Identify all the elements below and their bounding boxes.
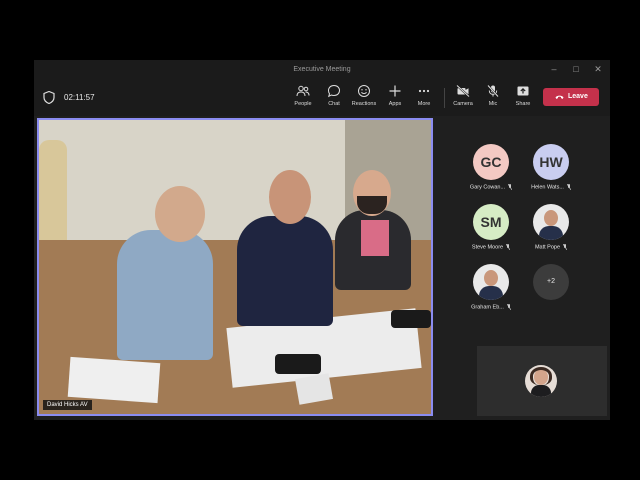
close-icon[interactable]: ✕ [592,64,604,75]
leave-button[interactable]: Leave [543,88,599,106]
participant-photo-avatar [533,204,569,240]
reactions-button[interactable]: Reactions [348,84,380,107]
minimize-icon[interactable]: – [548,64,560,74]
person-grey-shirt [117,230,213,360]
muted-mic-icon [506,304,511,310]
meeting-timer: 02:11:57 [64,93,95,102]
maximize-icon[interactable]: □ [570,64,582,74]
microphone-base [275,354,321,374]
person-navy-suit [237,216,333,326]
participant-initials-avatar: SM [473,204,509,240]
share-icon [517,86,529,96]
person-left-edge [39,140,67,240]
more-button[interactable]: More [408,84,440,107]
face-mask [357,196,387,214]
participant-tile[interactable]: +2 [527,264,575,300]
participant-name-row: Gary Cowan... [467,184,515,190]
camera-label: Camera [453,101,473,107]
participant-initials-avatar: HW [533,144,569,180]
people-button[interactable]: People [287,84,319,107]
speaker-name-badge: David Hicks AV [43,400,92,410]
camera-button[interactable]: Camera [447,84,479,107]
main-video-feed[interactable]: David Hicks AV [37,118,433,416]
window-title: Executive Meeting [293,66,351,73]
muted-mic-icon [566,184,571,190]
participant-photo-avatar [473,264,509,300]
papers-left [67,356,161,404]
participant-name: Steve Moore [471,244,504,251]
muted-mic-icon [506,244,511,250]
participant-name: Helen Wats... [531,184,564,191]
participant-name: Graham Eb... [471,304,504,311]
muted-mic-icon [563,244,568,250]
people-icon [296,85,310,97]
mic-label: Mic [488,101,498,107]
camera-off-icon [456,84,470,98]
share-button[interactable]: Share [507,84,539,107]
more-participants-badge: +2 [533,264,569,300]
person-masked-top [361,220,389,256]
more-label: More [417,101,431,107]
title-bar: Executive Meeting – □ ✕ [34,60,610,80]
share-label: Share [515,101,531,107]
participant-name-row: Graham Eb... [467,304,515,310]
ellipsis-icon [418,89,430,93]
teams-window: Executive Meeting – □ ✕ 02:11:57 People … [34,60,610,420]
mic-off-icon [487,84,499,98]
leave-label: Leave [568,93,588,100]
participant-name-row: Matt Pope [527,244,575,250]
participant-tile[interactable]: Graham Eb... [467,264,515,310]
apps-button[interactable]: Apps [379,84,411,107]
toolbar-divider [444,88,445,108]
participant-tile[interactable]: HW Helen Wats... [527,144,575,190]
chat-button[interactable]: Chat [318,84,350,107]
participant-initials-avatar: GC [473,144,509,180]
participant-name-row: Steve Moore [467,244,515,250]
participant-tile[interactable]: SM Steve Moore [467,204,515,250]
participant-tile[interactable]: Matt Pope [527,204,575,250]
reactions-label: Reactions [351,101,377,107]
reactions-icon [358,85,370,97]
mic-button[interactable]: Mic [477,84,509,107]
person-grey-head [155,186,205,242]
self-avatar [525,365,557,397]
hangup-icon [555,95,564,99]
people-label: People [294,101,312,107]
apps-label: Apps [388,101,402,107]
participant-name: Matt Pope [534,244,561,251]
participant-name: Gary Cowan... [469,184,506,191]
participant-tile[interactable]: GC Gary Cowan... [467,144,515,190]
plus-icon [389,85,401,97]
chat-label: Chat [328,101,340,107]
person-navy-head [269,170,311,224]
microphone-base-right [391,310,431,328]
chat-icon [327,84,341,98]
shield-icon [43,91,55,104]
participant-name-row: Helen Wats... [527,184,575,190]
self-view-tile[interactable] [477,346,607,416]
meeting-toolbar: 02:11:57 People Chat Reactions Apps More… [34,80,610,116]
muted-mic-icon [508,184,513,190]
